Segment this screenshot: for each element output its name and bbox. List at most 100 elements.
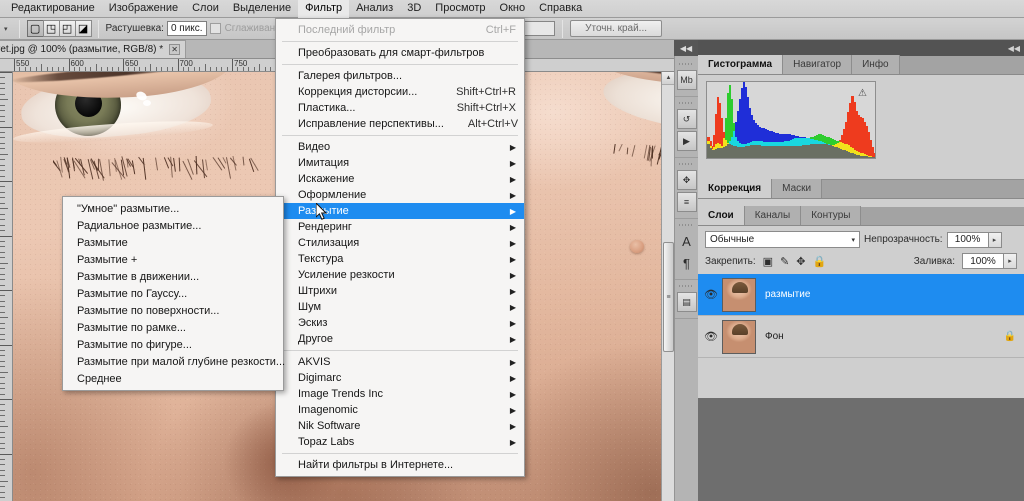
filter-menu-item[interactable]: Текстура ▶ [276,251,524,267]
mini-bridge-icon[interactable]: Mb [677,70,697,90]
layer-row[interactable]: 👁 Фон 🔒 [698,316,1024,358]
filter-menu-item[interactable]: Пластика... Shift+Ctrl+X [276,100,524,116]
tab-corrections-1[interactable]: Маски [772,179,822,198]
tab-histogram-0[interactable]: Гистограмма [698,55,783,74]
blur-submenu-item[interactable]: Среднее [63,370,283,387]
filter-menu-item[interactable]: Усиление резкости ▶ [276,267,524,283]
filter-menu-item[interactable]: Imagenomic ▶ [276,402,524,418]
layer-row[interactable]: 👁 размытие [698,274,1024,316]
antialias-checkbox[interactable] [210,23,221,34]
opacity-input[interactable]: 100% [947,232,989,248]
opacity-spinner-icon[interactable]: ▸ [989,232,1002,248]
layer-name[interactable]: Фон [765,331,784,342]
filter-menu-item[interactable]: Размытие ▶ [276,203,524,219]
filter-menu-item[interactable]: Видео ▶ [276,139,524,155]
fill-spinner-icon[interactable]: ▸ [1004,253,1017,269]
filter-menu-item[interactable]: Искажение ▶ [276,171,524,187]
filter-menu-item[interactable]: Коррекция дисторсии... Shift+Ctrl+R [276,84,524,100]
menu-8[interactable]: Окно [493,0,533,18]
scrollbar-thumb[interactable]: ≡ [663,242,674,352]
blend-mode-select[interactable]: Обычные ▾ [705,231,860,248]
tab-corrections-0[interactable]: Коррекция [698,179,772,198]
blur-submenu[interactable]: "Умное" размытие... Радиальное размытие..… [62,196,284,391]
intersect-selection-button[interactable]: ◪ [75,20,92,37]
filter-menu-item[interactable]: Шум ▶ [276,299,524,315]
filter-menu-item[interactable]: Digimarc ▶ [276,370,524,386]
tab-layers-0[interactable]: Слои [698,206,745,225]
menu-5[interactable]: Анализ [349,0,400,18]
collapse-panels-button[interactable]: ◀◀ [674,40,698,56]
filter-menu-item[interactable]: Nik Software ▶ [276,418,524,434]
fill-input[interactable]: 100% [962,253,1004,269]
feather-input[interactable]: 0 пикс. [167,21,207,36]
filter-menu-item[interactable]: Оформление ▶ [276,187,524,203]
filter-menu-item[interactable]: Штрихи ▶ [276,283,524,299]
blur-submenu-item[interactable]: Радиальное размытие... [63,217,283,234]
new-selection-button[interactable]: ▢ [27,20,44,37]
tab-histogram-1[interactable]: Навигатор [783,55,852,74]
menu-7[interactable]: Просмотр [428,0,492,18]
panel-grabber[interactable] [679,222,694,228]
filter-menu-item[interactable]: Имитация ▶ [276,155,524,171]
history-icon[interactable]: ↺ [677,109,697,129]
color-icon[interactable]: ✥ [677,170,697,190]
layer-visibility-icon[interactable]: 👁 [700,288,722,301]
menu-0[interactable]: Редактирование [4,0,102,18]
panel-grabber[interactable] [679,161,694,167]
tab-histogram-2[interactable]: Инфо [852,55,900,74]
filter-menu-item[interactable]: Topaz Labs ▶ [276,434,524,450]
filter-menu-item[interactable]: Image Trends Inc ▶ [276,386,524,402]
selection-mode-group[interactable]: ▢ ◳ ◰ ◪ [27,20,91,37]
lock-position-icon[interactable]: ✥ [796,255,805,268]
lock-image-pixels-icon[interactable]: ✎ [780,255,789,268]
styles-icon[interactable]: ≡ [677,192,697,212]
tab-layers-2[interactable]: Контуры [801,206,861,225]
panel-grabber[interactable] [679,100,694,106]
menu-4[interactable]: Фильтр [298,0,349,18]
filter-menu-item[interactable]: Рендеринг ▶ [276,219,524,235]
panel-grabber[interactable] [679,61,694,67]
histogram-warning-icon[interactable]: ⚠ [856,87,869,99]
menu-9[interactable]: Справка [532,0,589,18]
filter-menu-item[interactable]: AKVIS ▶ [276,354,524,370]
blur-submenu-item[interactable]: Размытие по фигуре... [63,336,283,353]
document-tab[interactable]: ret.jpg @ 100% (размытие, RGB/8) * ✕ [0,40,186,58]
filter-menu-item[interactable]: Преобразовать для смарт-фильтров [276,45,524,61]
blur-submenu-item[interactable]: Размытие в движении... [63,268,283,285]
filter-menu-item[interactable]: Другое ▶ [276,331,524,347]
menu-1[interactable]: Изображение [102,0,185,18]
lock-transparent-pixels-icon[interactable]: ▣ [763,255,773,268]
filter-menu[interactable]: Последний фильтр Ctrl+F Преобразовать для … [275,18,525,477]
filter-menu-item[interactable]: Галерея фильтров... [276,68,524,84]
blur-submenu-item[interactable]: Размытие + [63,251,283,268]
tab-layers-1[interactable]: Каналы [745,206,802,225]
menu-3[interactable]: Выделение [226,0,298,18]
blur-submenu-item[interactable]: Размытие [63,234,283,251]
character-icon[interactable]: A [677,231,697,251]
panel-grabber[interactable] [679,283,694,289]
tool-preset-caret-icon[interactable]: ▾ [4,25,8,33]
menu-2[interactable]: Слои [185,0,226,18]
dock-collapse-icon[interactable]: ◀◀ [1008,44,1020,53]
canvas-vertical-scrollbar[interactable]: ▲ ≡ [661,72,674,501]
layer-thumbnail[interactable] [722,320,756,354]
actions-icon[interactable]: ▶ [677,131,697,151]
blur-submenu-item[interactable]: "Умное" размытие... [63,200,283,217]
blur-submenu-item[interactable]: Размытие по Гауссу... [63,285,283,302]
blur-submenu-item[interactable]: Размытие при малой глубине резкости... [63,353,283,370]
layer-thumbnail[interactable] [722,278,756,312]
filter-menu-item[interactable]: Стилизация ▶ [276,235,524,251]
paragraph-icon[interactable]: ¶ [677,253,697,273]
filter-menu-item[interactable]: Эскиз ▶ [276,315,524,331]
subtract-from-selection-button[interactable]: ◰ [59,20,76,37]
add-to-selection-button[interactable]: ◳ [43,20,60,37]
layer-comps-icon[interactable]: ▤ [677,292,697,312]
refine-edge-button[interactable]: Уточн. край... [570,20,662,37]
layer-visibility-icon[interactable]: 👁 [700,330,722,343]
menu-6[interactable]: 3D [400,0,428,18]
blur-submenu-item[interactable]: Размытие по поверхности... [63,302,283,319]
layer-name[interactable]: размытие [765,289,810,300]
blur-submenu-item[interactable]: Размытие по рамке... [63,319,283,336]
filter-menu-item[interactable]: Исправление перспективы... Alt+Ctrl+V [276,116,524,132]
filter-menu-item[interactable]: Найти фильтры в Интернете... [276,457,524,473]
